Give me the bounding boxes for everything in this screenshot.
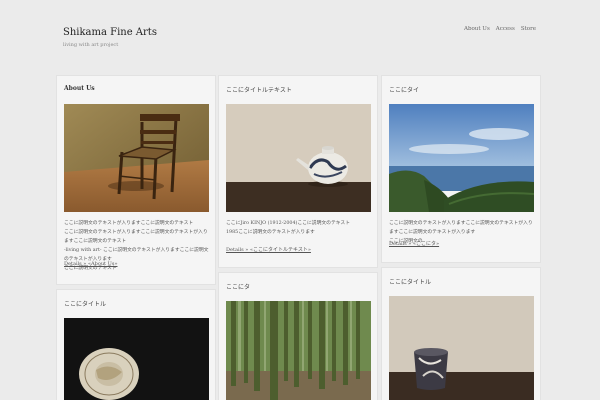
card-bamboo: ここにタ [218,272,378,400]
coast-details-link[interactable]: Details » «ここにタ» [389,240,439,247]
pottery-description: ここにJiro KINJO (1912-2004)ここに説明文のテキスト 198… [226,221,351,235]
plate-image[interactable] [64,318,209,400]
card-title: ここにタイ [389,87,420,94]
card-title: ここにタイトル [64,301,107,308]
cup-image[interactable] [389,296,534,400]
nav-about-us[interactable]: About Us [464,26,490,32]
card-title: ここにタ [226,284,251,291]
card-pottery: ここにタイトルテキスト ここにJiro KINJO (1912-2004)ここに… [218,75,378,268]
main-nav: About Us Access Store [464,26,536,32]
card-coast: ここにタイ ここに説明文のテキストが入りますここに説明文のテキストが入りますここ… [381,75,541,263]
pottery-details-link[interactable]: Details » «ここにタイトルテキスト» [226,246,311,253]
card-cup: ここにタイトル [381,267,541,400]
card-about-us: About Us ここに説明文のテキストが入りますここに説明文のテキスト ここに… [56,75,216,285]
coast-image[interactable] [389,104,534,212]
nav-store[interactable]: Store [521,26,536,32]
teapot-image[interactable] [226,104,371,212]
card-title: ここにタイトル [389,279,432,286]
bamboo-image[interactable] [226,301,371,400]
nav-access[interactable]: Access [496,26,515,32]
about-details-link[interactable]: Details » «About Us» [64,261,118,267]
chair-image[interactable] [64,104,209,212]
site-tagline: living with art project [63,42,119,48]
card-title: ここにタイトルテキスト [226,87,292,94]
site-title[interactable]: Shikama Fine Arts [63,27,157,38]
card-plate: ここにタイトル [56,289,216,400]
card-title: About Us [64,85,95,92]
